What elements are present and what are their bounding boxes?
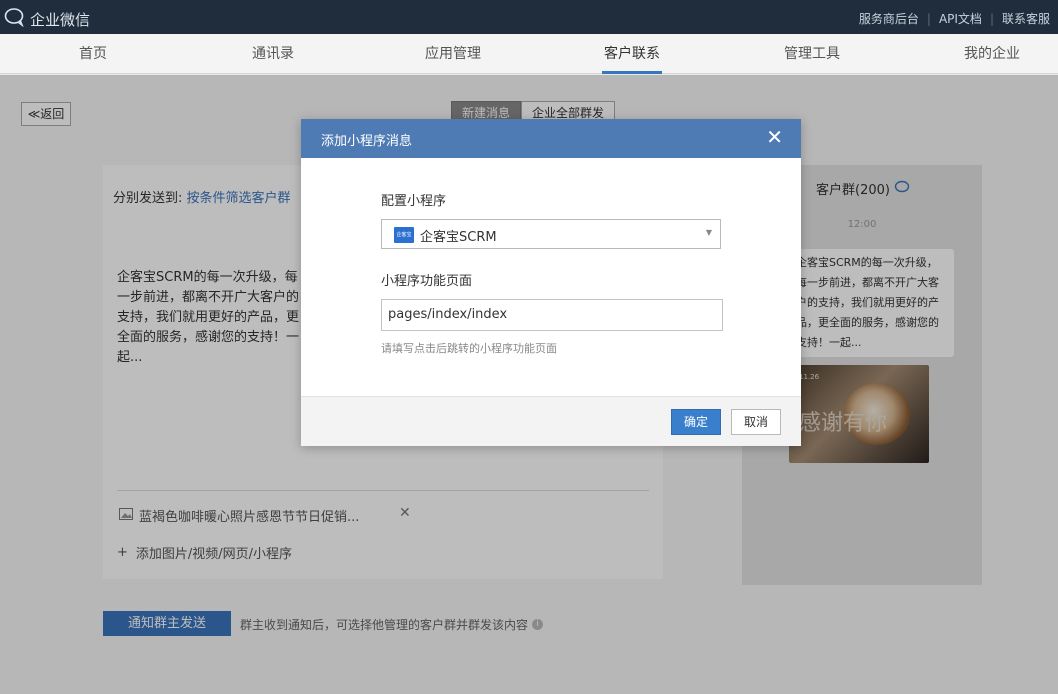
dialog-footer: 确定 取消	[301, 396, 801, 446]
add-miniprogram-dialog: 添加小程序消息 ✕ 配置小程序 企客宝 企客宝SCRM ▼ 小程序功能页面 pa…	[301, 119, 801, 446]
link-support[interactable]: 联系客服	[1002, 10, 1050, 27]
selected-app: 企客宝SCRM	[420, 230, 497, 245]
nav-my-company[interactable]: 我的企业	[932, 34, 1052, 74]
nav-home[interactable]: 首页	[33, 34, 153, 74]
brand-name: 企业微信	[30, 10, 91, 29]
page-label: 小程序功能页面	[381, 274, 473, 289]
caret-down-icon: ▼	[705, 228, 712, 237]
confirm-button[interactable]: 确定	[671, 409, 721, 435]
main-nav: 首页 通讯录 应用管理 客户联系 管理工具 我的企业	[0, 34, 1058, 74]
top-bar: 企业微信 服务商后台 | API文档 | 联系客服	[0, 0, 1058, 34]
nav-customer-contact[interactable]: 客户联系	[572, 34, 692, 74]
close-icon[interactable]: ✕	[766, 127, 783, 147]
link-api-docs[interactable]: API文档	[939, 10, 982, 27]
nav-tools[interactable]: 管理工具	[752, 34, 872, 74]
brand[interactable]: 企业微信	[4, 7, 90, 31]
divider: |	[989, 11, 994, 26]
config-label: 配置小程序	[381, 194, 447, 209]
page-path-input[interactable]: pages/index/index	[381, 299, 723, 331]
nav-apps[interactable]: 应用管理	[393, 34, 513, 74]
wecom-logo-icon	[4, 7, 26, 31]
dialog-header: 添加小程序消息 ✕	[301, 119, 801, 158]
page-path-hint: 请填写点击后跳转的小程序功能页面	[381, 342, 557, 355]
cancel-button[interactable]: 取消	[731, 409, 781, 435]
nav-contacts[interactable]: 通讯录	[213, 34, 333, 74]
miniprogram-select[interactable]: 企客宝 企客宝SCRM ▼	[381, 219, 721, 249]
app-logo-icon: 企客宝	[394, 227, 414, 243]
dialog-title: 添加小程序消息	[321, 134, 413, 149]
link-provider-admin[interactable]: 服务商后台	[859, 10, 919, 27]
top-links: 服务商后台 | API文档 | 联系客服	[859, 10, 1050, 27]
divider: |	[926, 11, 931, 26]
